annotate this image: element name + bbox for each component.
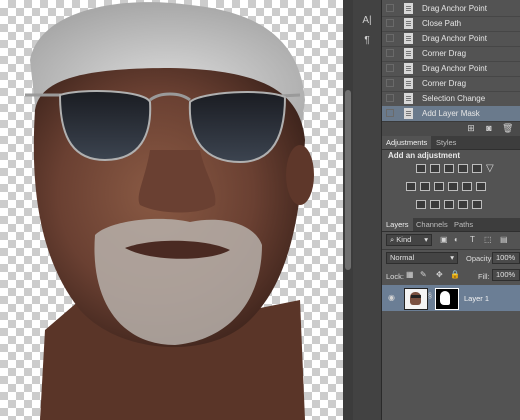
divider bbox=[382, 249, 520, 250]
history-state-item[interactable]: Corner Drag bbox=[382, 46, 520, 62]
scrollbar-thumb[interactable] bbox=[345, 90, 351, 270]
curves-icon[interactable] bbox=[444, 164, 454, 173]
lock-all-icon[interactable]: 🔒 bbox=[450, 270, 460, 279]
vibrance-icon[interactable] bbox=[472, 164, 482, 173]
history-state-icon bbox=[404, 78, 413, 89]
history-bottom-bar: ⊞ ◙ 🗑 bbox=[382, 121, 520, 136]
history-state-icon bbox=[404, 93, 413, 104]
history-state-icon bbox=[404, 48, 413, 59]
layers-tab-bar: Layers Channels Paths bbox=[382, 218, 520, 232]
right-panels: Drag Anchor Point Close Path Drag Anchor P… bbox=[382, 0, 520, 420]
history-brush-source-checkbox[interactable] bbox=[386, 49, 394, 57]
hue-saturation-icon[interactable] bbox=[406, 182, 416, 191]
opacity-input[interactable]: 100% bbox=[492, 252, 520, 264]
invert-icon[interactable] bbox=[416, 200, 426, 209]
fill-input[interactable]: 100% bbox=[492, 269, 520, 281]
chevron-down-icon: ▾ bbox=[450, 253, 454, 262]
history-state-item[interactable]: Corner Drag bbox=[382, 76, 520, 92]
collapsed-panel-strip: A| ¶ bbox=[353, 0, 382, 420]
history-brush-source-checkbox[interactable] bbox=[386, 94, 394, 102]
filter-type-icon[interactable]: T bbox=[470, 235, 475, 244]
history-brush-source-checkbox[interactable] bbox=[386, 34, 394, 42]
tab-styles[interactable]: Styles bbox=[432, 136, 460, 149]
history-state-item[interactable]: Drag Anchor Point bbox=[382, 1, 520, 17]
history-state-icon bbox=[404, 33, 413, 44]
filter-smart-object-icon[interactable]: ▤ bbox=[500, 235, 508, 244]
layer-thumbnail[interactable] bbox=[404, 288, 428, 310]
brightness-icon[interactable] bbox=[416, 164, 426, 173]
color-lookup-icon[interactable] bbox=[476, 182, 486, 191]
lock-position-icon[interactable]: ✥ bbox=[436, 270, 443, 279]
history-state-item[interactable]: Drag Anchor Point bbox=[382, 61, 520, 77]
adjustments-tab-bar: Adjustments Styles bbox=[382, 136, 520, 150]
tab-adjustments[interactable]: Adjustments bbox=[382, 136, 432, 149]
canvas-vertical-scrollbar[interactable] bbox=[343, 0, 353, 420]
layer-filter-kind-select[interactable]: ⌕ Kind ▾ bbox=[386, 234, 432, 246]
fill-label: Fill: bbox=[478, 272, 490, 281]
gradient-triangle-icon[interactable]: ▽ bbox=[486, 164, 496, 174]
layer-name[interactable]: Layer 1 bbox=[464, 294, 489, 303]
camera-snapshot-icon[interactable]: ◙ bbox=[484, 124, 494, 133]
history-state-label: Drag Anchor Point bbox=[422, 4, 487, 13]
new-document-from-state-icon[interactable]: ⊞ bbox=[466, 124, 476, 133]
photo-filter-icon[interactable] bbox=[448, 182, 458, 191]
channel-mixer-icon[interactable] bbox=[462, 182, 472, 191]
history-state-label: Add Layer Mask bbox=[422, 109, 480, 118]
history-state-icon bbox=[404, 63, 413, 74]
history-state-item[interactable]: Selection Change bbox=[382, 91, 520, 107]
eye-visibility-icon[interactable]: ◉ bbox=[388, 293, 395, 302]
posterize-icon[interactable] bbox=[430, 200, 440, 209]
filter-pixel-icon[interactable]: ▣ bbox=[440, 235, 448, 244]
color-balance-icon[interactable] bbox=[420, 182, 430, 191]
filter-shape-icon[interactable]: ⬚ bbox=[484, 235, 492, 244]
chevron-down-icon: ▾ bbox=[424, 235, 428, 244]
history-state-label: Close Path bbox=[422, 19, 462, 28]
document-canvas[interactable] bbox=[0, 0, 343, 420]
lock-label: Lock: bbox=[386, 272, 404, 281]
layer-mask-thumbnail[interactable] bbox=[435, 288, 459, 310]
exposure-icon[interactable] bbox=[458, 164, 468, 173]
history-state-icon bbox=[404, 18, 413, 29]
tab-channels[interactable]: Channels bbox=[412, 218, 452, 231]
history-state-item[interactable]: Add Layer Mask bbox=[382, 106, 520, 122]
levels-icon[interactable] bbox=[430, 164, 440, 173]
history-state-icon bbox=[404, 108, 413, 119]
history-brush-source-checkbox[interactable] bbox=[386, 19, 394, 27]
tab-paths[interactable]: Paths bbox=[450, 218, 477, 231]
tab-layers[interactable]: Layers bbox=[382, 218, 413, 231]
opacity-label: Opacity: bbox=[466, 254, 494, 263]
history-brush-source-checkbox[interactable] bbox=[386, 109, 394, 117]
threshold-icon[interactable] bbox=[444, 200, 454, 209]
trash-icon[interactable]: 🗑 bbox=[502, 124, 513, 133]
black-white-icon[interactable] bbox=[434, 182, 444, 191]
lock-transparent-icon[interactable]: ▦ bbox=[406, 270, 414, 279]
filter-adjustment-icon[interactable]: ◐ bbox=[454, 235, 459, 244]
history-state-label: Selection Change bbox=[422, 94, 486, 103]
blend-mode-select[interactable]: Normal ▾ bbox=[386, 252, 458, 264]
blend-mode-value: Normal bbox=[390, 253, 415, 262]
chain-link-icon[interactable]: § bbox=[428, 293, 432, 300]
lock-brush-icon[interactable]: ✎ bbox=[420, 270, 427, 279]
history-brush-source-checkbox[interactable] bbox=[386, 79, 394, 87]
layer-row-layer-1[interactable]: ◉ § Layer 1 bbox=[382, 285, 520, 311]
gradient-map-icon[interactable] bbox=[458, 200, 468, 209]
history-state-icon bbox=[404, 3, 413, 14]
adjustments-title: Add an adjustment bbox=[388, 151, 461, 160]
kind-label: Kind bbox=[396, 235, 412, 244]
portrait-image bbox=[25, 2, 314, 420]
character-icon[interactable]: A| bbox=[360, 14, 374, 28]
history-brush-source-checkbox[interactable] bbox=[386, 4, 394, 12]
paragraph-icon[interactable]: ¶ bbox=[360, 34, 374, 48]
selective-color-icon[interactable] bbox=[472, 200, 482, 209]
history-brush-source-checkbox[interactable] bbox=[386, 64, 394, 72]
history-state-item[interactable]: Close Path bbox=[382, 16, 520, 32]
history-state-item[interactable]: Drag Anchor Point bbox=[382, 31, 520, 47]
history-state-label: Corner Drag bbox=[422, 49, 467, 58]
history-state-label: Drag Anchor Point bbox=[422, 34, 487, 43]
history-state-label: Corner Drag bbox=[422, 79, 467, 88]
history-state-label: Drag Anchor Point bbox=[422, 64, 487, 73]
